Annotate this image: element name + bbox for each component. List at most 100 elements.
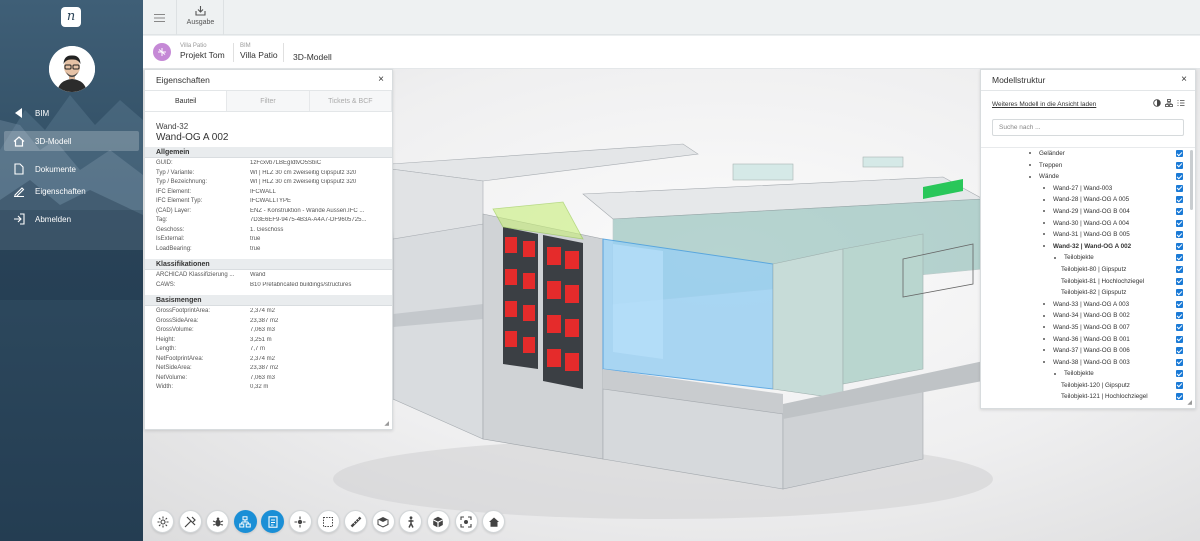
download-tray-icon xyxy=(178,5,223,17)
close-icon[interactable]: × xyxy=(378,74,384,85)
toolbar-button-section[interactable] xyxy=(371,510,395,533)
fit-view-icon xyxy=(460,515,472,528)
property-key: GUID: xyxy=(156,160,173,166)
breadcrumb-bim[interactable]: BIM Villa Patio xyxy=(240,43,278,60)
breadcrumb-current: 3D-Modell xyxy=(293,51,332,62)
visibility-checkbox[interactable] xyxy=(1176,358,1183,366)
tree-node[interactable]: Treppen xyxy=(981,160,1195,172)
visibility-checkbox[interactable] xyxy=(1176,207,1183,215)
toolbar-button-tools[interactable] xyxy=(178,510,202,533)
visibility-checkbox[interactable] xyxy=(1176,393,1183,401)
toolbar-button-bug[interactable] xyxy=(206,510,230,533)
toolbar-button-explode-cube[interactable] xyxy=(426,510,450,533)
tab-bauteil[interactable]: Bauteil xyxy=(145,91,228,111)
tree-node[interactable]: Wand-36 | Wand-OG B 001 xyxy=(981,334,1195,346)
tree-scrollbar[interactable] xyxy=(1190,150,1193,210)
tree-node[interactable]: Wand-35 | Wand-OG B 007 xyxy=(981,322,1195,334)
resize-handle-icon[interactable]: ◢ xyxy=(384,420,389,427)
tree-node[interactable]: Geländer xyxy=(981,148,1195,160)
tree-node[interactable]: Teilobjekt-82 | Gipsputz xyxy=(981,287,1195,299)
tree-node[interactable]: Wand-29 | Wand-OG B 004 xyxy=(981,206,1195,218)
visibility-checkbox[interactable] xyxy=(1176,265,1183,273)
property-key: NetFootprintArea: xyxy=(156,355,204,362)
toolbar-button-model-tree[interactable] xyxy=(233,510,257,533)
tree-node[interactable]: Wand-27 | Wand-003 xyxy=(981,183,1195,195)
tree-node[interactable]: Wand-33 | Wand-OG A 003 xyxy=(981,299,1195,311)
hierarchy-icon[interactable] xyxy=(1165,99,1173,107)
property-value: 1. Geschoss xyxy=(250,226,284,233)
visibility-checkbox[interactable] xyxy=(1176,242,1183,250)
visibility-checkbox[interactable] xyxy=(1176,196,1183,204)
visibility-checkbox[interactable] xyxy=(1176,161,1183,169)
tree-node[interactable]: Wand-28 | Wand-OG A 005 xyxy=(981,194,1195,206)
visibility-checkbox[interactable] xyxy=(1176,323,1183,331)
model-search-input[interactable]: Suche nach ... xyxy=(992,119,1184,136)
tree-node[interactable]: Teilobjekt-80 | Gipsputz xyxy=(981,264,1195,276)
property-value: IFCWALL xyxy=(250,188,276,195)
close-icon[interactable]: × xyxy=(1181,74,1187,85)
tab-tickets-bcf[interactable]: Tickets & BCF xyxy=(310,91,392,111)
toolbar-button-walk-person[interactable] xyxy=(399,510,423,533)
visibility-checkbox[interactable] xyxy=(1176,277,1183,285)
visibility-checkbox[interactable] xyxy=(1176,289,1183,297)
tree-node[interactable]: Teilobjekte xyxy=(981,252,1195,264)
sidebar-item-abmelden[interactable]: Abmelden xyxy=(4,209,139,229)
toolbar-button-focus[interactable] xyxy=(288,510,312,533)
property-key: Tag: xyxy=(156,217,168,223)
sidebar-item-3d-modell[interactable]: 3D-Modell xyxy=(4,131,139,151)
tree-node[interactable]: Wand-38 | Wand-OG B 003 xyxy=(981,357,1195,369)
tree-node[interactable]: Wand-34 | Wand-OG B 002 xyxy=(981,310,1195,322)
app-logo[interactable]: n xyxy=(61,7,81,27)
toolbar-button-measure[interactable] xyxy=(344,510,368,533)
sidebar-item-eigenschaften[interactable]: Eigenschaften xyxy=(4,181,139,201)
tree-node[interactable]: Teilobjekt-120 | Gipsputz xyxy=(981,380,1195,392)
bug-icon xyxy=(212,517,223,526)
property-value: Wand xyxy=(250,272,266,278)
sidebar-item-dokumente[interactable]: Dokumente xyxy=(4,159,139,179)
property-value: 7,063 m3 xyxy=(250,374,276,381)
toolbar-button-selection-box[interactable] xyxy=(316,510,340,533)
resize-handle-icon[interactable]: ◢ xyxy=(1187,399,1192,406)
contrast-icon[interactable] xyxy=(1153,99,1161,107)
tree-node[interactable]: Wand-37 | Wand-OG B 006 xyxy=(981,345,1195,357)
breadcrumb-project[interactable]: Villa Patio Projekt Tom xyxy=(180,43,225,60)
tree-node[interactable]: Wand-31 | Wand-OG B 005 xyxy=(981,229,1195,241)
load-model-link[interactable]: Weiteres Modell in die Ansicht laden xyxy=(992,101,1096,108)
visibility-checkbox[interactable] xyxy=(1176,335,1183,343)
list-icon[interactable] xyxy=(1177,99,1185,107)
property-key: CAWS: xyxy=(156,281,176,288)
tree-node[interactable]: Wände xyxy=(981,171,1195,183)
visibility-checkbox[interactable] xyxy=(1176,300,1183,308)
tree-node[interactable]: Teilobjekt-81 | Hochlochziegel xyxy=(981,276,1195,288)
sidebar-item-label: Eigenschaften xyxy=(35,186,86,196)
visibility-checkbox[interactable] xyxy=(1176,370,1183,378)
visibility-checkbox[interactable] xyxy=(1176,231,1183,239)
bullet-icon xyxy=(1043,187,1045,190)
property-value: 7,063 m3 xyxy=(250,327,276,333)
tree-node[interactable]: Wand-30 | Wand-OG A 004 xyxy=(981,218,1195,230)
toolbar-button-properties[interactable] xyxy=(261,510,285,533)
visibility-checkbox[interactable] xyxy=(1176,219,1183,227)
visibility-checkbox[interactable] xyxy=(1176,347,1183,355)
visibility-checkbox[interactable] xyxy=(1176,312,1183,320)
toolbar-button-settings[interactable] xyxy=(151,510,174,533)
toolbar-button-fit-view[interactable] xyxy=(454,510,478,533)
visibility-checkbox[interactable] xyxy=(1176,150,1183,157)
visibility-checkbox[interactable] xyxy=(1176,173,1183,181)
property-value: 3,251 m xyxy=(250,336,272,343)
tree-node[interactable]: Teilobjekte xyxy=(981,368,1195,380)
tree-node[interactable]: Teilobjekt-121 | Hochlochziegel xyxy=(981,391,1195,403)
tree-node[interactable]: Wand-32 | Wand-OG A 002 xyxy=(981,241,1195,253)
ausgabe-button[interactable]: Ausgabe xyxy=(178,0,224,35)
property-key: GrossFootprintArea: xyxy=(156,308,211,314)
visibility-checkbox[interactable] xyxy=(1176,381,1183,389)
tab-filter[interactable]: Filter xyxy=(227,91,310,111)
visibility-checkbox[interactable] xyxy=(1176,184,1183,192)
visibility-checkbox[interactable] xyxy=(1176,254,1183,262)
tree-node-label: Teilobjekt-80 | Gipsputz xyxy=(1061,265,1127,273)
measure-icon xyxy=(350,516,362,527)
menu-toggle-button[interactable] xyxy=(143,0,177,35)
avatar[interactable] xyxy=(49,46,95,92)
sidebar-item-bim[interactable]: BIM xyxy=(4,103,139,123)
toolbar-button-home-view[interactable] xyxy=(482,510,506,533)
